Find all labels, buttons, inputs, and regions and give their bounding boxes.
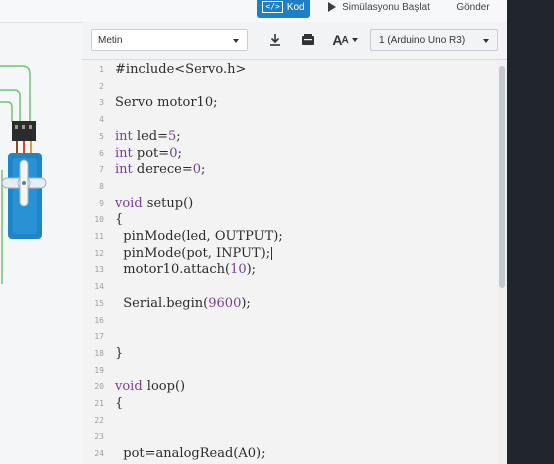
- servo-connector: [12, 121, 36, 141]
- code-line[interactable]: #include<Servo.h>: [115, 61, 246, 78]
- line-number-text: 11: [94, 232, 104, 241]
- line-number-text: 9: [99, 198, 104, 208]
- editor-scrollbar[interactable]: [497, 60, 507, 464]
- code-line[interactable]: pinMode(pot, INPUT);: [115, 245, 273, 262]
- line-number-text: 3: [99, 98, 104, 108]
- code-button[interactable]: </> Kod: [257, 0, 310, 18]
- code-line[interactable]: pot=analogRead(A0);: [115, 445, 265, 462]
- text-cursor: [271, 246, 273, 260]
- code-mode-select[interactable]: Metin: [91, 29, 248, 51]
- start-simulation-label: Simülasyonu Başlat: [342, 1, 430, 13]
- code-bracket-icon: </>: [262, 1, 283, 13]
- line-number-text: 13: [94, 265, 104, 275]
- code-line-text: motor10.attach(10);: [123, 262, 257, 278]
- code-line-text: int derece=0;: [115, 162, 206, 178]
- download-button[interactable]: [264, 29, 286, 51]
- code-line[interactable]: int led=5;: [115, 128, 181, 145]
- code-line-text: #include<Servo.h>: [115, 62, 247, 77]
- editor-toolbar: Metin A A 1 (Arduino Uno R3): [82, 22, 507, 60]
- top-bar: </> Kod Simülasyonu Başlat Gönder: [0, 0, 507, 23]
- send-button[interactable]: Gönder: [444, 0, 502, 18]
- play-icon: [328, 2, 337, 12]
- board-select[interactable]: 1 (Arduino Uno R3): [370, 29, 498, 51]
- line-number-text: 24: [94, 449, 104, 459]
- line-number-text: 8: [99, 181, 104, 191]
- code-line[interactable]: pinMode(led, OUTPUT);: [115, 228, 283, 245]
- chevron-down-icon: [351, 38, 358, 42]
- chevron-down-icon: [233, 39, 239, 43]
- font-size-small-icon: A: [341, 34, 349, 46]
- code-line[interactable]: }: [115, 345, 123, 362]
- line-number-text: 22: [94, 415, 104, 425]
- line-number-text: 5: [99, 131, 104, 141]
- code-line-text: {: [115, 212, 124, 228]
- library-icon: [302, 34, 314, 45]
- code-line-text: pinMode(pot, INPUT);: [123, 245, 271, 261]
- board-select-value: 1 (Arduino Uno R3): [379, 34, 466, 46]
- code-mode-value: Metin: [98, 34, 123, 46]
- circuit-canvas[interactable]: [0, 0, 82, 464]
- line-number-text: 12: [94, 248, 104, 258]
- send-button-label: Gönder: [456, 1, 490, 13]
- line-number-text: 20: [94, 382, 104, 392]
- right-side-panel: [507, 0, 554, 464]
- line-number-text: 2: [99, 81, 104, 91]
- code-line-text: Servo motor10;: [115, 95, 218, 111]
- line-number-text: 6: [99, 148, 104, 158]
- code-button-label: Kod: [286, 1, 305, 13]
- code-line-text: {: [115, 396, 124, 411]
- code-line-text: pinMode(led, OUTPUT);: [123, 229, 283, 244]
- code-line[interactable]: motor10.attach(10);: [115, 261, 256, 278]
- line-number-text: 15: [94, 298, 104, 308]
- line-number-text: 16: [94, 315, 104, 325]
- code-line[interactable]: Servo motor10;: [115, 94, 217, 111]
- code-line-text: Serial.begin(9600);: [123, 295, 251, 311]
- line-number-text: 1: [99, 65, 104, 74]
- chevron-down-icon: [483, 39, 489, 43]
- code-line-text: int led=5;: [115, 128, 181, 144]
- code-line[interactable]: {: [115, 211, 123, 228]
- line-number-text: 4: [99, 115, 104, 125]
- code-line[interactable]: {: [115, 395, 123, 412]
- code-line-text: void setup(): [115, 195, 194, 211]
- font-size-button[interactable]: A A: [331, 29, 359, 51]
- line-number-text: 10: [94, 215, 104, 225]
- line-number-gutter: 1 2 3 4 5 6 7 8 9 10 11 12 13 14 15 16 17 18 19 20 21 22 23 24: [82, 60, 110, 464]
- scrollbar-thumb[interactable]: [499, 66, 505, 288]
- line-number-text: 17: [94, 332, 104, 342]
- library-button[interactable]: [297, 29, 319, 51]
- code-line[interactable]: void setup(): [115, 195, 193, 212]
- line-number-text: 7: [99, 165, 104, 175]
- code-editor[interactable]: #include<Servo.h> Servo motor10; int led=5…: [110, 60, 497, 464]
- code-line[interactable]: Serial.begin(9600);: [115, 295, 251, 312]
- code-line-text: void loop(): [115, 379, 186, 395]
- line-number-text: 23: [94, 432, 104, 442]
- line-number-text: 18: [94, 348, 104, 358]
- code-line[interactable]: int derece=0;: [115, 161, 205, 178]
- code-line-text: int pot=0;: [115, 145, 182, 161]
- code-line-text: pot=analogRead(A0);: [123, 446, 266, 462]
- line-number-text: 14: [94, 282, 104, 292]
- start-simulation-button[interactable]: Simülasyonu Başlat: [315, 0, 443, 18]
- code-line-text: }: [115, 345, 124, 361]
- code-line[interactable]: void loop(): [115, 378, 185, 395]
- code-line[interactable]: int pot=0;: [115, 145, 182, 162]
- line-number-text: 19: [94, 365, 104, 375]
- line-number-text: 21: [94, 399, 104, 408]
- circuit-diagram: [0, 65, 47, 284]
- download-icon: [270, 34, 280, 46]
